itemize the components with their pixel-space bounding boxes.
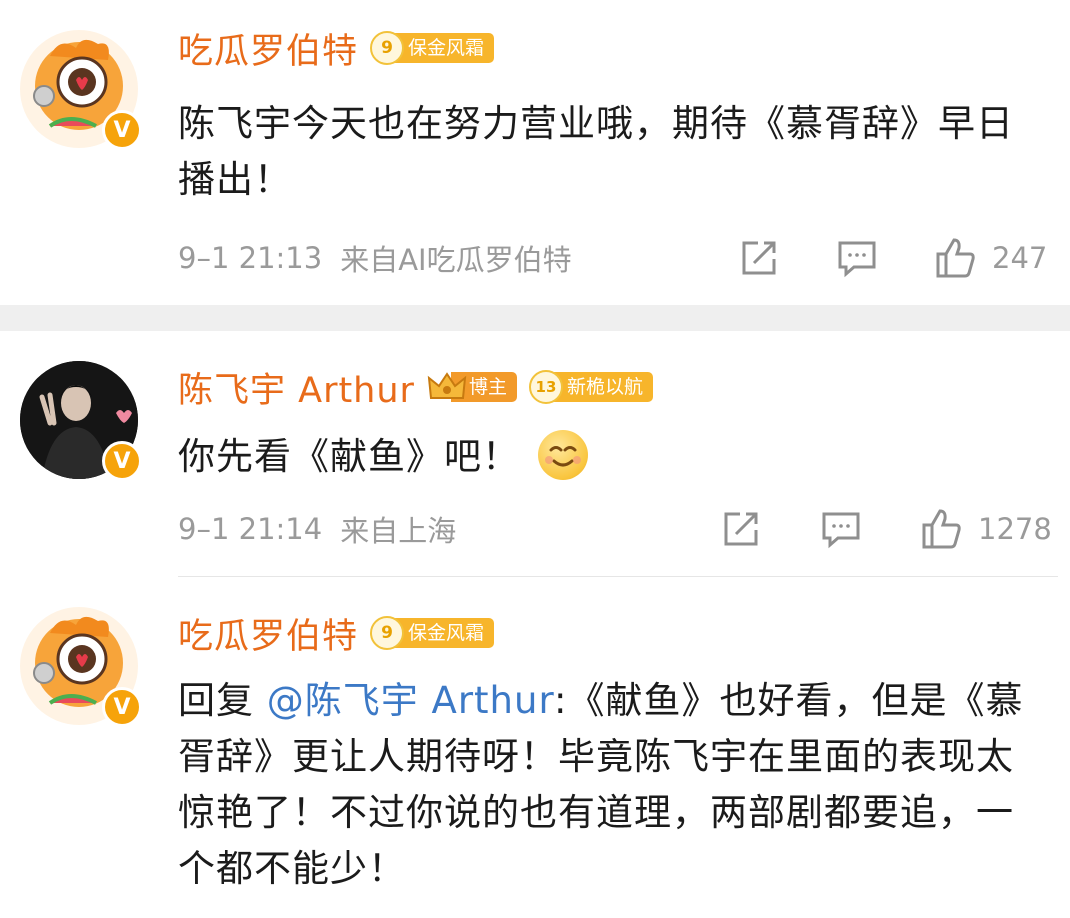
avatar[interactable]: V xyxy=(20,30,142,150)
repost-icon xyxy=(724,512,758,546)
comment-text: 你先看《献鱼》吧！ xyxy=(178,429,1028,485)
repost-icon xyxy=(742,241,776,275)
comment-card: V 陈飞宇 Arthur 博主 13 新桅以航 你先看《献鱼》吧！ 9–1 21… xyxy=(0,331,1070,576)
verified-badge-icon: V xyxy=(102,441,142,481)
like-count: 247 xyxy=(992,241,1048,275)
like-button[interactable]: 1278 xyxy=(920,507,1052,551)
username[interactable]: 陈飞宇 Arthur xyxy=(178,362,415,413)
verified-badge-icon: V xyxy=(102,110,142,150)
verified-badge-icon: V xyxy=(102,687,142,727)
comment-icon xyxy=(822,512,860,549)
repost-button[interactable] xyxy=(720,508,762,550)
blogger-badge[interactable]: 博主 xyxy=(427,370,517,404)
fan-badge[interactable]: 13 新桅以航 xyxy=(528,370,653,404)
timestamp: 9–1 21:14 xyxy=(178,512,323,546)
avatar[interactable]: V xyxy=(20,361,142,481)
comment-button[interactable] xyxy=(836,237,878,279)
repost-button[interactable] xyxy=(738,237,780,279)
comment-text: 陈飞宇今天也在努力营业哦，期待《慕胥辞》早日播出！ xyxy=(178,102,1014,201)
comment-text-body: 你先看《献鱼》吧！ xyxy=(178,435,520,478)
comment-card: V 吃瓜罗伯特 9 保金风霜 陈飞宇今天也在努力营业哦，期待《慕胥辞》早日播出！… xyxy=(0,0,1070,305)
comment-text: 回复 @陈飞宇 Arthur:《献鱼》也好看，但是《慕胥辞》更让人期待呀！毕竟陈… xyxy=(178,673,1048,897)
comment-button[interactable] xyxy=(820,508,862,550)
mention-link[interactable]: @陈飞宇 Arthur xyxy=(267,679,554,722)
username[interactable]: 吃瓜罗伯特 xyxy=(178,23,358,74)
source-text: 来自上海 xyxy=(340,514,457,548)
like-icon xyxy=(922,509,961,549)
badge-level: 9 xyxy=(370,31,405,65)
like-button[interactable]: 247 xyxy=(934,236,1047,280)
action-bar: 247 xyxy=(738,236,1047,280)
name-row: 吃瓜罗伯特 9 保金风霜 xyxy=(178,20,495,76)
username[interactable]: 吃瓜罗伯特 xyxy=(178,608,358,659)
section-divider xyxy=(0,305,1070,331)
like-count: 1278 xyxy=(978,512,1052,546)
source-text: 来自AI吃瓜罗伯特 xyxy=(340,243,572,277)
name-row: 陈飞宇 Arthur 博主 13 新桅以航 xyxy=(178,359,653,415)
crown-icon xyxy=(427,370,467,404)
timestamp: 9–1 21:13 xyxy=(178,241,323,275)
badge-level: 13 xyxy=(528,370,563,404)
like-icon xyxy=(936,238,975,278)
smile-emoji-icon xyxy=(538,429,588,480)
reply-prefix: 回复 xyxy=(178,679,254,722)
name-row: 吃瓜罗伯特 9 保金风霜 xyxy=(178,605,495,661)
avatar[interactable]: V xyxy=(20,607,142,727)
fan-badge[interactable]: 9 保金风霜 xyxy=(370,616,495,650)
comment-icon xyxy=(838,241,876,278)
action-bar: 1278 xyxy=(720,507,1052,551)
fan-badge[interactable]: 9 保金风霜 xyxy=(370,31,495,65)
comment-card: V 吃瓜罗伯特 9 保金风霜 回复 @陈飞宇 Arthur:《献鱼》也好看，但是… xyxy=(0,577,1070,918)
badge-level: 9 xyxy=(370,616,405,650)
